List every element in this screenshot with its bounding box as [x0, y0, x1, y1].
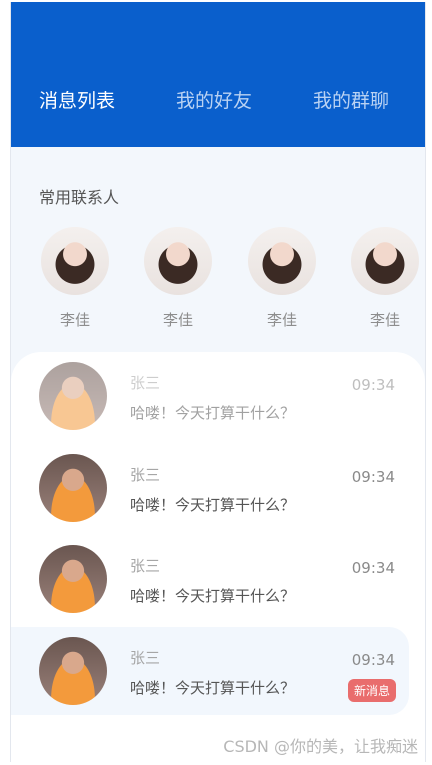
avatar — [351, 227, 419, 295]
chat-message: 哈喽！今天打算干什么？ — [130, 587, 296, 605]
chat-list-item[interactable]: 张三 哈喽！今天打算干什么？ 09:34 — [11, 535, 409, 623]
contact-name: 李佳 — [59, 311, 90, 329]
new-message-badge: 新消息 — [347, 679, 396, 702]
chat-list-panel: 张三 哈喽！今天打算干什么？ 09:34 张三 哈喽！今天打算干什么？ 09:3… — [11, 352, 425, 762]
app-frame: 消息列表 我的好友 我的群聊 常用联系人 李佳 李佳 李佳 李佳 张三 哈喽！今… — [10, 2, 426, 762]
chat-list-item[interactable]: 张三 哈喽！今天打算干什么？ 09:34 — [11, 352, 409, 440]
tab-groups[interactable]: 我的群聊 — [313, 86, 389, 113]
tab-messages[interactable]: 消息列表 — [39, 86, 115, 113]
chat-name: 张三 — [130, 374, 161, 392]
tab-friends[interactable]: 我的好友 — [176, 86, 252, 113]
contact-item[interactable]: 李佳 — [40, 227, 110, 330]
chat-message: 哈喽！今天打算干什么？ — [130, 679, 296, 697]
contact-item[interactable]: 李佳 — [350, 227, 420, 330]
contact-name: 李佳 — [369, 311, 400, 329]
avatar — [39, 637, 107, 705]
chat-name: 张三 — [130, 466, 161, 484]
avatar — [39, 362, 107, 430]
chat-time: 09:34 — [351, 468, 395, 486]
chat-message: 哈喽！今天打算干什么？ — [130, 496, 296, 514]
chat-name: 张三 — [130, 649, 161, 667]
contact-name: 李佳 — [266, 311, 297, 329]
chat-time: 09:34 — [351, 559, 395, 577]
avatar — [39, 545, 107, 613]
watermark: CSDN @你的美，让我痴迷 — [223, 737, 418, 756]
avatar — [144, 227, 212, 295]
contact-item[interactable]: 李佳 — [247, 227, 317, 330]
chat-list-item[interactable]: 张三 哈喽！今天打算干什么？ 09:34 — [11, 444, 409, 532]
chat-message: 哈喽！今天打算干什么？ — [130, 404, 296, 422]
chat-time: 09:34 — [351, 376, 395, 394]
chat-time: 09:34 — [351, 651, 395, 669]
section-title-contacts: 常用联系人 — [39, 188, 120, 207]
chat-list-item[interactable]: 张三 哈喽！今天打算干什么？ 09:34 新消息 — [11, 627, 409, 715]
avatar — [39, 454, 107, 522]
avatar — [41, 227, 109, 295]
contact-name: 李佳 — [162, 311, 193, 329]
chat-name: 张三 — [130, 557, 161, 575]
contact-item[interactable]: 李佳 — [143, 227, 213, 330]
header-bar: 消息列表 我的好友 我的群聊 — [11, 2, 425, 147]
avatar — [248, 227, 316, 295]
